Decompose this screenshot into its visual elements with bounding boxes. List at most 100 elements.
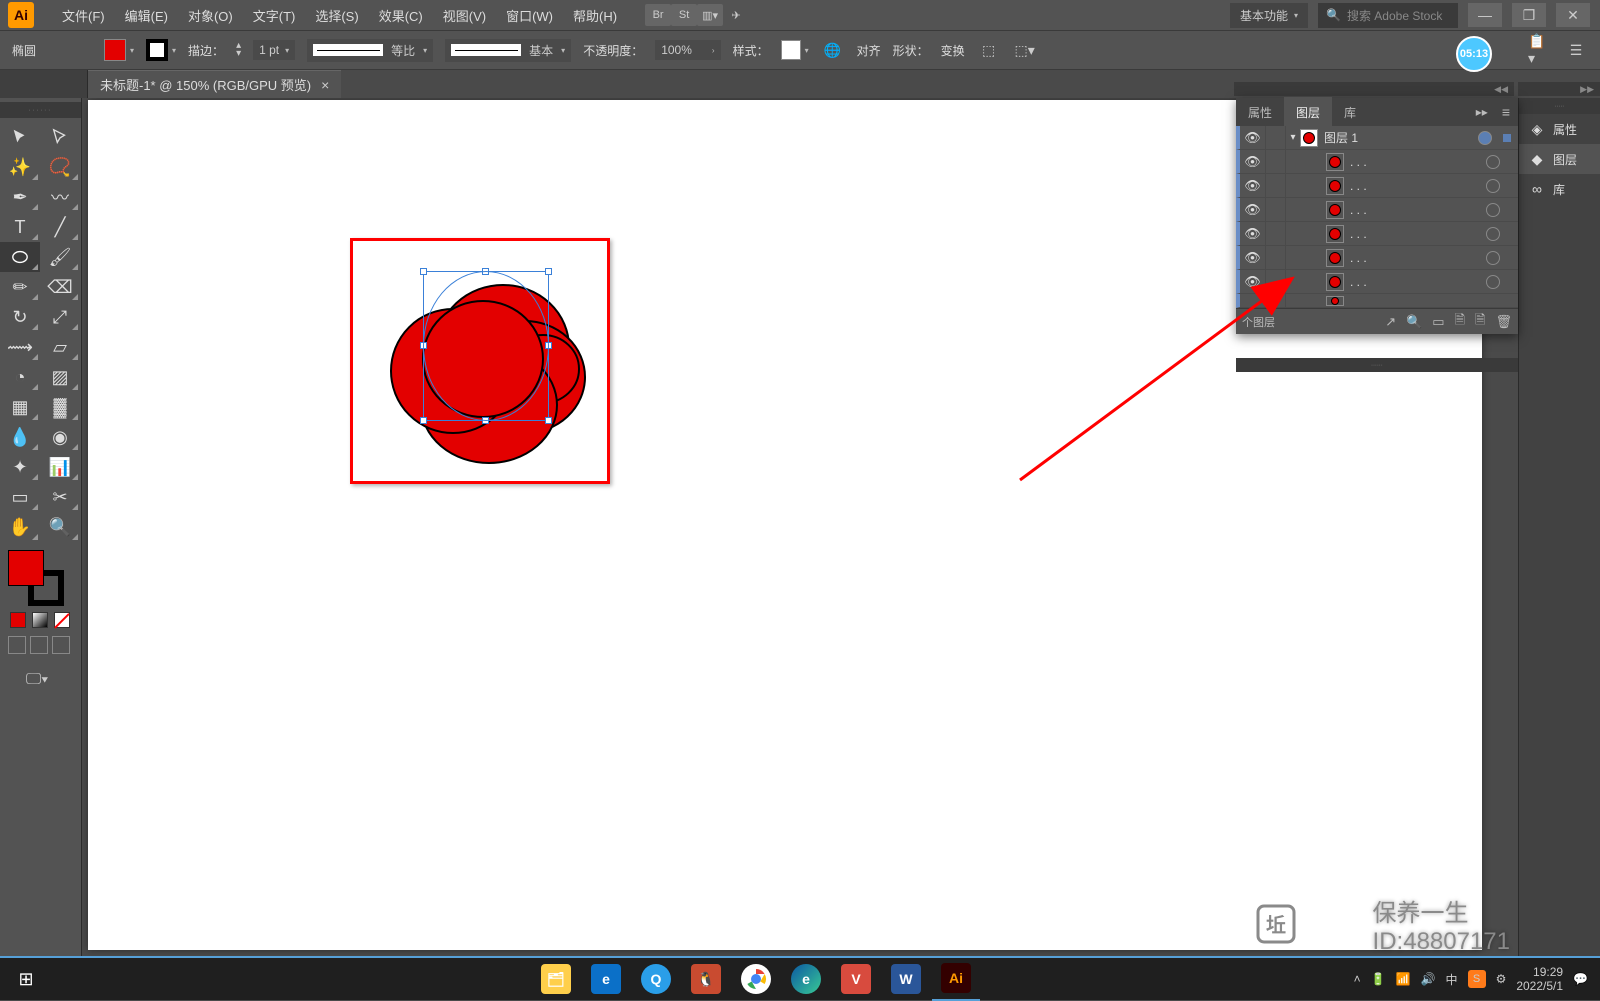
window-close-button[interactable]: ✕ [1556, 3, 1590, 27]
stock-icon[interactable]: St [671, 4, 697, 26]
taskbar-wps-icon[interactable]: V [832, 957, 880, 1001]
window-minimize-button[interactable]: — [1468, 3, 1502, 27]
zoom-tool[interactable]: 🔍 [40, 512, 80, 542]
delete-layer-icon[interactable]: 🗑 [1495, 314, 1512, 330]
layer-name[interactable]: . . . [1350, 203, 1486, 217]
lock-toggle[interactable] [1266, 126, 1286, 149]
shaper-tool[interactable]: ✏ [0, 272, 40, 302]
color-mode-icon[interactable] [10, 612, 26, 628]
target-icon[interactable] [1486, 227, 1500, 241]
make-clipping-mask-icon[interactable]: ▭ [1432, 314, 1444, 330]
dock-grip[interactable]: ∙∙∙∙∙ [1519, 98, 1600, 114]
artboard-tool[interactable]: ▭ [0, 482, 40, 512]
gradient-tool[interactable]: ▓ [40, 392, 80, 422]
stroke-weight-stepper[interactable]: ▴▾ [236, 42, 241, 58]
type-tool[interactable]: T [0, 212, 40, 242]
taskbar-chrome-icon[interactable] [732, 957, 780, 1001]
menu-edit[interactable]: 编辑(E) [115, 0, 178, 31]
layer-name[interactable]: . . . [1350, 251, 1486, 265]
panel-collapse-icon[interactable]: ▸▸ [1470, 99, 1494, 125]
layer-row-sub[interactable]: 👁 . . . [1236, 150, 1518, 174]
tray-volume-icon[interactable]: 🔊 [1421, 972, 1436, 986]
draw-normal-icon[interactable] [8, 636, 26, 654]
pen-tool[interactable]: ✒ [0, 182, 40, 212]
line-tool[interactable]: ╱ [40, 212, 80, 242]
dock-collapse-strip[interactable]: ▶▶ [1518, 82, 1600, 96]
tray-notifications-icon[interactable]: 💬 [1573, 972, 1588, 986]
draw-behind-icon[interactable] [30, 636, 48, 654]
eraser-tool[interactable]: ⌫ [40, 272, 80, 302]
slice-tool[interactable]: ✂ [40, 482, 80, 512]
menu-help[interactable]: 帮助(H) [563, 0, 627, 31]
free-transform-tool[interactable]: ▱ [40, 332, 80, 362]
target-icon[interactable] [1478, 131, 1492, 145]
stroke-color-picker[interactable]: ▾ [146, 39, 176, 61]
tray-sogou-icon[interactable]: S [1468, 970, 1486, 988]
brush-select[interactable]: 基本▾ [445, 39, 571, 62]
layer-row-sub[interactable]: 👁. . . [1236, 198, 1518, 222]
taskbar-edge-icon[interactable]: e [782, 957, 830, 1001]
layer-row-sub[interactable]: 👁. . . [1236, 270, 1518, 294]
taskbar-word-icon[interactable]: W [882, 957, 930, 1001]
panel-resize-grip[interactable]: ∙∙∙∙∙∙ [1236, 358, 1518, 372]
graph-tool[interactable]: 📊 [40, 452, 80, 482]
ellipse-tool[interactable] [0, 242, 40, 272]
panel-collapse-strip[interactable]: ◀◀ [1234, 82, 1514, 96]
target-icon[interactable] [1486, 179, 1500, 193]
layer-name[interactable]: . . . [1350, 155, 1486, 169]
screen-mode-icon[interactable]: 🖵▾ [22, 668, 52, 692]
panel-tab-layers[interactable]: 图层 [1284, 97, 1332, 128]
menu-effect[interactable]: 效果(C) [369, 0, 433, 31]
target-icon[interactable] [1486, 203, 1500, 217]
layer-name[interactable]: . . . [1350, 179, 1486, 193]
panel-menu-icon[interactable]: ☰ [1564, 38, 1588, 62]
arrange-docs-icon[interactable]: ▥▾ [697, 4, 723, 26]
lasso-tool[interactable]: 📿 [40, 152, 80, 182]
tray-battery-icon[interactable]: 🔋 [1371, 972, 1386, 986]
stroke-profile-select[interactable]: 等比▾ [307, 39, 433, 62]
eyedropper-tool[interactable]: 💧 [0, 422, 40, 452]
paintbrush-tool[interactable]: 🖌 [40, 242, 80, 272]
document-tab[interactable]: 未标题-1* @ 150% (RGB/GPU 预览) × [88, 70, 341, 98]
symbol-sprayer-tool[interactable]: ✦ [0, 452, 40, 482]
fill-stroke-control[interactable] [8, 550, 64, 606]
visibility-toggle[interactable]: 👁 [1240, 150, 1266, 173]
target-icon[interactable] [1486, 275, 1500, 289]
align-label[interactable]: 对齐 [857, 42, 881, 59]
visibility-toggle[interactable]: 👁 [1240, 174, 1266, 197]
panel-menu-icon[interactable]: ≡ [1494, 98, 1518, 126]
menu-view[interactable]: 视图(V) [433, 0, 496, 31]
layer-row-sub[interactable]: 👁. . . [1236, 222, 1518, 246]
taskbar-explorer-icon[interactable]: 🗂 [532, 957, 580, 1001]
scale-tool[interactable]: ⤢ [40, 302, 80, 332]
perspective-tool[interactable]: ▨ [40, 362, 80, 392]
toolbox-grip[interactable]: ∙∙∙∙∙∙ [0, 102, 81, 118]
opacity-input[interactable]: 100%› [655, 40, 720, 60]
layer-name[interactable]: 图层 1 [1324, 129, 1478, 146]
menu-window[interactable]: 窗口(W) [496, 0, 563, 31]
width-tool[interactable]: ⟿ [0, 332, 40, 362]
locate-object-icon[interactable]: ↗ [1385, 314, 1396, 330]
taskbar-illustrator-icon[interactable]: Ai [932, 957, 980, 1001]
tray-clock[interactable]: 19:292022/5/1 [1516, 965, 1563, 993]
taskbar-edge-legacy-icon[interactable]: e [582, 957, 630, 1001]
new-sublayer-icon[interactable]: 🗎 [1455, 311, 1465, 333]
menu-object[interactable]: 对象(O) [178, 0, 243, 31]
shape-label[interactable]: 形状： [893, 42, 929, 59]
tray-settings-icon[interactable]: ⚙ [1496, 972, 1507, 986]
none-mode-icon[interactable] [54, 612, 70, 628]
recolor-icon[interactable]: 🌐 [821, 38, 845, 62]
fill-swatch[interactable] [8, 550, 44, 586]
menu-select[interactable]: 选择(S) [305, 0, 368, 31]
workspace-selector[interactable]: 基本功能▾ [1230, 3, 1308, 28]
selection-tool[interactable] [0, 122, 40, 152]
layer-row-sub[interactable]: 👁 . . . [1236, 174, 1518, 198]
panel-dock-icon[interactable]: 📋▾ [1528, 38, 1552, 62]
fill-color-picker[interactable]: ▾ [104, 39, 134, 61]
window-restore-button[interactable]: ❐ [1512, 3, 1546, 27]
draw-inside-icon[interactable] [52, 636, 70, 654]
layer-name[interactable]: . . . [1350, 275, 1486, 289]
find-layer-icon[interactable]: 🔍 [1406, 314, 1422, 330]
curvature-tool[interactable]: 〰 [40, 182, 80, 212]
layer-row-top[interactable]: 👁 ▾ 图层 1 [1236, 126, 1518, 150]
